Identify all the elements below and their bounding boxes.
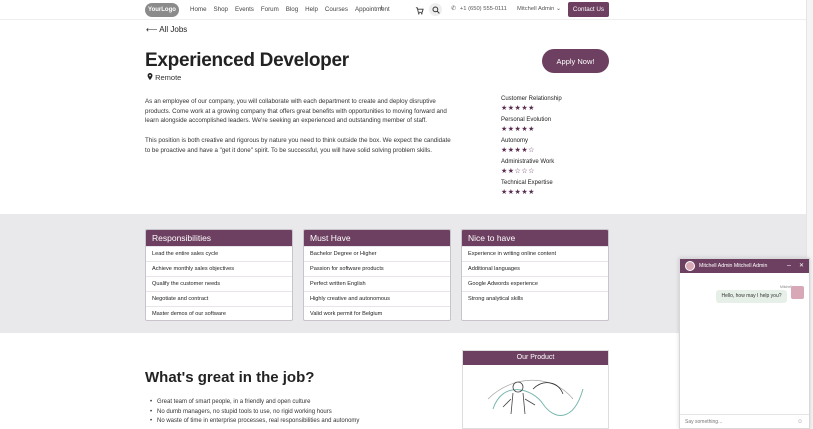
card-row: Valid work permit for Belgium bbox=[304, 306, 450, 320]
cart-icon[interactable] bbox=[413, 4, 425, 16]
close-icon[interactable]: ✕ bbox=[799, 259, 804, 273]
skill-name: Personal Evolution bbox=[501, 117, 552, 123]
card-row: Bachelor Degree or Higher bbox=[304, 246, 450, 261]
user-menu[interactable]: Mitchell Admin ⌄ bbox=[517, 6, 561, 12]
great-section-title: What's great in the job? bbox=[145, 369, 315, 386]
card-row: Achieve monthly sales objectives bbox=[146, 261, 292, 276]
live-chat-window[interactable]: Mitchell Admin Mitchell Admin – ✕ Mitche… bbox=[679, 258, 810, 429]
product-illustration bbox=[487, 380, 584, 416]
card-row: Lead the entire sales cycle bbox=[146, 246, 292, 261]
nav-links: Home Shop Events Forum Blog Help Courses… bbox=[190, 6, 390, 13]
star-rating-icon: ★★★★★ bbox=[501, 189, 535, 196]
list-item: Great team of smart people, in a friendl… bbox=[150, 398, 359, 408]
card-row: Master demos of our software bbox=[146, 306, 292, 320]
card-row: Perfect written English bbox=[304, 276, 450, 291]
chat-message: Hello, how may I help you? bbox=[716, 290, 787, 303]
top-navbar: YourLogo Home Shop Events Forum Blog Hel… bbox=[0, 0, 806, 20]
product-title: Our Product bbox=[463, 351, 608, 365]
location-text: Remote bbox=[155, 73, 182, 82]
card-row: Additional languages bbox=[462, 261, 608, 276]
card-row: Negotiate and contract bbox=[146, 291, 292, 306]
skill-item: Personal Evolution ★★★★★ bbox=[501, 117, 601, 138]
chat-input[interactable]: Say something... ☺ bbox=[680, 414, 809, 429]
map-marker-icon bbox=[147, 73, 155, 82]
benefits-list: Great team of smart people, in a friendl… bbox=[150, 398, 359, 427]
card-row: Google Adwords experience bbox=[462, 276, 608, 291]
phone-text: +1 (650) 555-0111 bbox=[459, 6, 507, 12]
emoji-icon[interactable]: ☺ bbox=[797, 415, 803, 429]
skill-item: Autonomy ★★★★☆ bbox=[501, 138, 601, 159]
nav-link-appointment[interactable]: Appointment bbox=[355, 6, 390, 13]
nav-link-shop[interactable]: Shop bbox=[214, 6, 228, 13]
chat-header[interactable]: Mitchell Admin Mitchell Admin – ✕ bbox=[680, 259, 809, 273]
nav-link-forum[interactable]: Forum bbox=[261, 6, 279, 13]
user-name: Mitchell Admin bbox=[517, 6, 555, 12]
arrow-left-icon: ⟵ bbox=[146, 25, 160, 34]
nav-link-events[interactable]: Events bbox=[235, 6, 254, 13]
description-paragraph-1: As an employee of our company, you will … bbox=[145, 98, 447, 124]
must-have-card: Must Have Bachelor Degree or Higher Pass… bbox=[303, 229, 451, 321]
skill-item: Technical Expertise ★★★★★ bbox=[501, 180, 601, 201]
skill-name: Administrative Work bbox=[501, 159, 555, 165]
nav-link-blog[interactable]: Blog bbox=[286, 6, 298, 13]
all-jobs-link[interactable]: ⟵ All Jobs bbox=[146, 25, 187, 34]
avatar bbox=[685, 261, 695, 271]
skills-list: Customer Relationship ★★★★★ Personal Evo… bbox=[501, 96, 601, 201]
skill-name: Customer Relationship bbox=[501, 96, 562, 102]
card-row: Qualify the customer needs bbox=[146, 276, 292, 291]
card-title: Nice to have bbox=[462, 230, 608, 246]
nav-link-home[interactable]: Home bbox=[190, 6, 207, 13]
card-row: Passion for software products bbox=[304, 261, 450, 276]
chat-title: Mitchell Admin Mitchell Admin bbox=[699, 263, 768, 269]
job-location: Remote bbox=[147, 73, 181, 82]
star-rating-icon: ★★☆☆☆ bbox=[501, 168, 535, 175]
nav-link-help[interactable]: Help bbox=[305, 6, 318, 13]
contact-us-button[interactable]: Contact Us bbox=[568, 2, 609, 17]
skill-name: Technical Expertise bbox=[501, 180, 553, 186]
description-paragraph-2: This position is both creative and rigor… bbox=[145, 137, 451, 154]
all-jobs-label: All Jobs bbox=[159, 25, 188, 34]
apply-now-button[interactable]: Apply Now! bbox=[542, 49, 609, 73]
card-title: Responsibilities bbox=[146, 230, 292, 246]
card-row: Highly creative and autonomous bbox=[304, 291, 450, 306]
star-rating-icon: ★★★★★ bbox=[501, 126, 535, 133]
avatar bbox=[791, 286, 804, 299]
nice-to-have-card: Nice to have Experience in writing onlin… bbox=[461, 229, 609, 321]
list-item: No dumb managers, no stupid tools to use… bbox=[150, 408, 359, 418]
phone-number[interactable]: ✆ +1 (650) 555-0111 bbox=[451, 6, 507, 12]
skill-item: Administrative Work ★★☆☆☆ bbox=[501, 159, 601, 180]
chat-input-placeholder: Say something... bbox=[685, 419, 723, 425]
add-icon[interactable]: + bbox=[379, 4, 384, 13]
responsibilities-card: Responsibilities Lead the entire sales c… bbox=[145, 229, 293, 321]
our-product-card: Our Product bbox=[462, 350, 609, 429]
nav-link-courses[interactable]: Courses bbox=[325, 6, 348, 13]
star-rating-icon: ★★★★★ bbox=[501, 105, 535, 112]
card-row: Strong analytical skills bbox=[462, 291, 608, 306]
list-item: No waste of time in enterprise processes… bbox=[150, 417, 359, 427]
star-rating-icon: ★★★★☆ bbox=[501, 147, 535, 154]
job-title: Experienced Developer bbox=[145, 50, 349, 71]
phone-icon: ✆ bbox=[451, 6, 456, 12]
card-title: Must Have bbox=[304, 230, 450, 246]
chat-messages[interactable]: Mitchell Hello, how may I help you? bbox=[680, 273, 809, 414]
minimize-icon[interactable]: – bbox=[787, 259, 791, 273]
skill-name: Autonomy bbox=[501, 138, 529, 144]
logo[interactable]: YourLogo bbox=[145, 3, 179, 17]
card-row: Experience in writing online content bbox=[462, 246, 608, 261]
skill-item: Customer Relationship ★★★★★ bbox=[501, 96, 601, 117]
search-icon bbox=[431, 5, 440, 14]
chevron-down-icon: ⌄ bbox=[556, 6, 561, 12]
search-button[interactable] bbox=[429, 3, 442, 16]
